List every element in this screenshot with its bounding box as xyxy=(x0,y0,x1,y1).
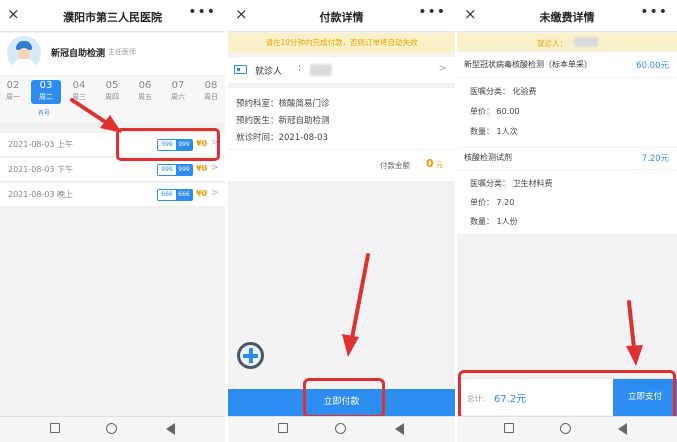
highlight-box xyxy=(458,370,676,420)
highlight-box xyxy=(116,128,220,161)
schedule-screen: × 濮阳市第三人民医院 ••• 新冠自助检测 主任医师 02 周一 03 周二 04… xyxy=(0,0,225,442)
square-recent-icon[interactable] xyxy=(278,423,288,433)
arrow-annotation xyxy=(70,98,122,133)
highlight-box xyxy=(303,378,385,418)
triangle-back-icon[interactable] xyxy=(618,423,627,435)
triangle-back-icon[interactable] xyxy=(166,423,175,435)
unpaid-details-screen: × 未缴费详情 ••• 就诊人： 新型冠状病毒核酸检测（标本单采） 60.00元… xyxy=(457,0,677,442)
system-navbar xyxy=(228,416,455,442)
payment-screen: × 付款详情 ••• 请在10分钟内完成付款，否则订单将自动失效 就诊人 : >… xyxy=(228,0,455,442)
square-recent-icon[interactable] xyxy=(50,423,60,433)
circle-home-icon[interactable] xyxy=(335,423,346,434)
circle-home-icon[interactable] xyxy=(106,423,117,434)
square-recent-icon[interactable] xyxy=(504,423,514,433)
arrow-annotation xyxy=(342,253,370,357)
triangle-back-icon[interactable] xyxy=(395,423,404,435)
system-navbar xyxy=(0,416,225,442)
system-navbar xyxy=(457,416,677,442)
circle-home-icon[interactable] xyxy=(560,423,571,434)
